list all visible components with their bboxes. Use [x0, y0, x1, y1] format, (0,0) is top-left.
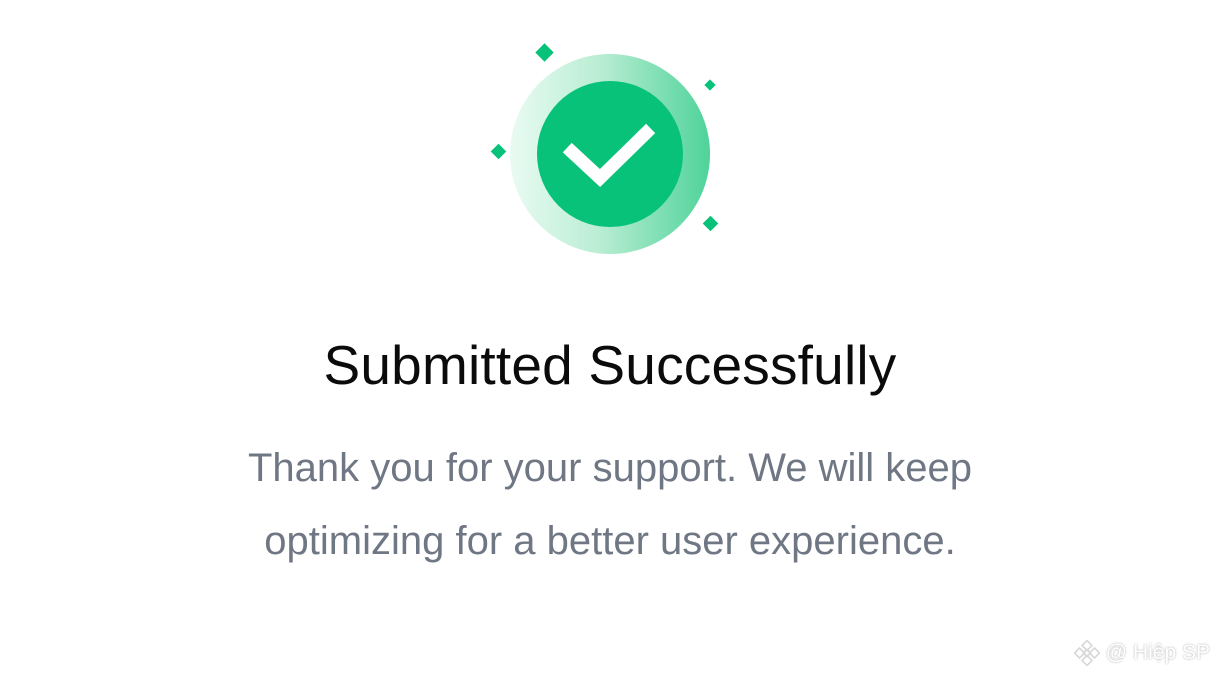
- page-title: Submitted Successfully: [323, 334, 897, 396]
- watermark: @ Hiệp SP: [1073, 640, 1210, 666]
- message-line-1: Thank you for your support. We will keep: [247, 446, 973, 490]
- success-page: Submitted Successfully Thank you for you…: [0, 0, 1220, 678]
- watermark-text: @ Hiệp SP: [1105, 641, 1210, 664]
- check-circle-icon: [490, 43, 719, 254]
- sparkle-icon-1: [535, 43, 554, 62]
- binance-logo-icon: [1073, 640, 1100, 666]
- sparkle-icon-2: [704, 79, 716, 91]
- inner-circle: [537, 81, 683, 227]
- sparkle-icon-3: [490, 143, 507, 160]
- sparkle-icon-4: [702, 215, 719, 232]
- success-message: Thank you for your support. We will keep…: [160, 432, 1060, 578]
- message-line-2: optimizing for a better user experience.: [264, 519, 956, 563]
